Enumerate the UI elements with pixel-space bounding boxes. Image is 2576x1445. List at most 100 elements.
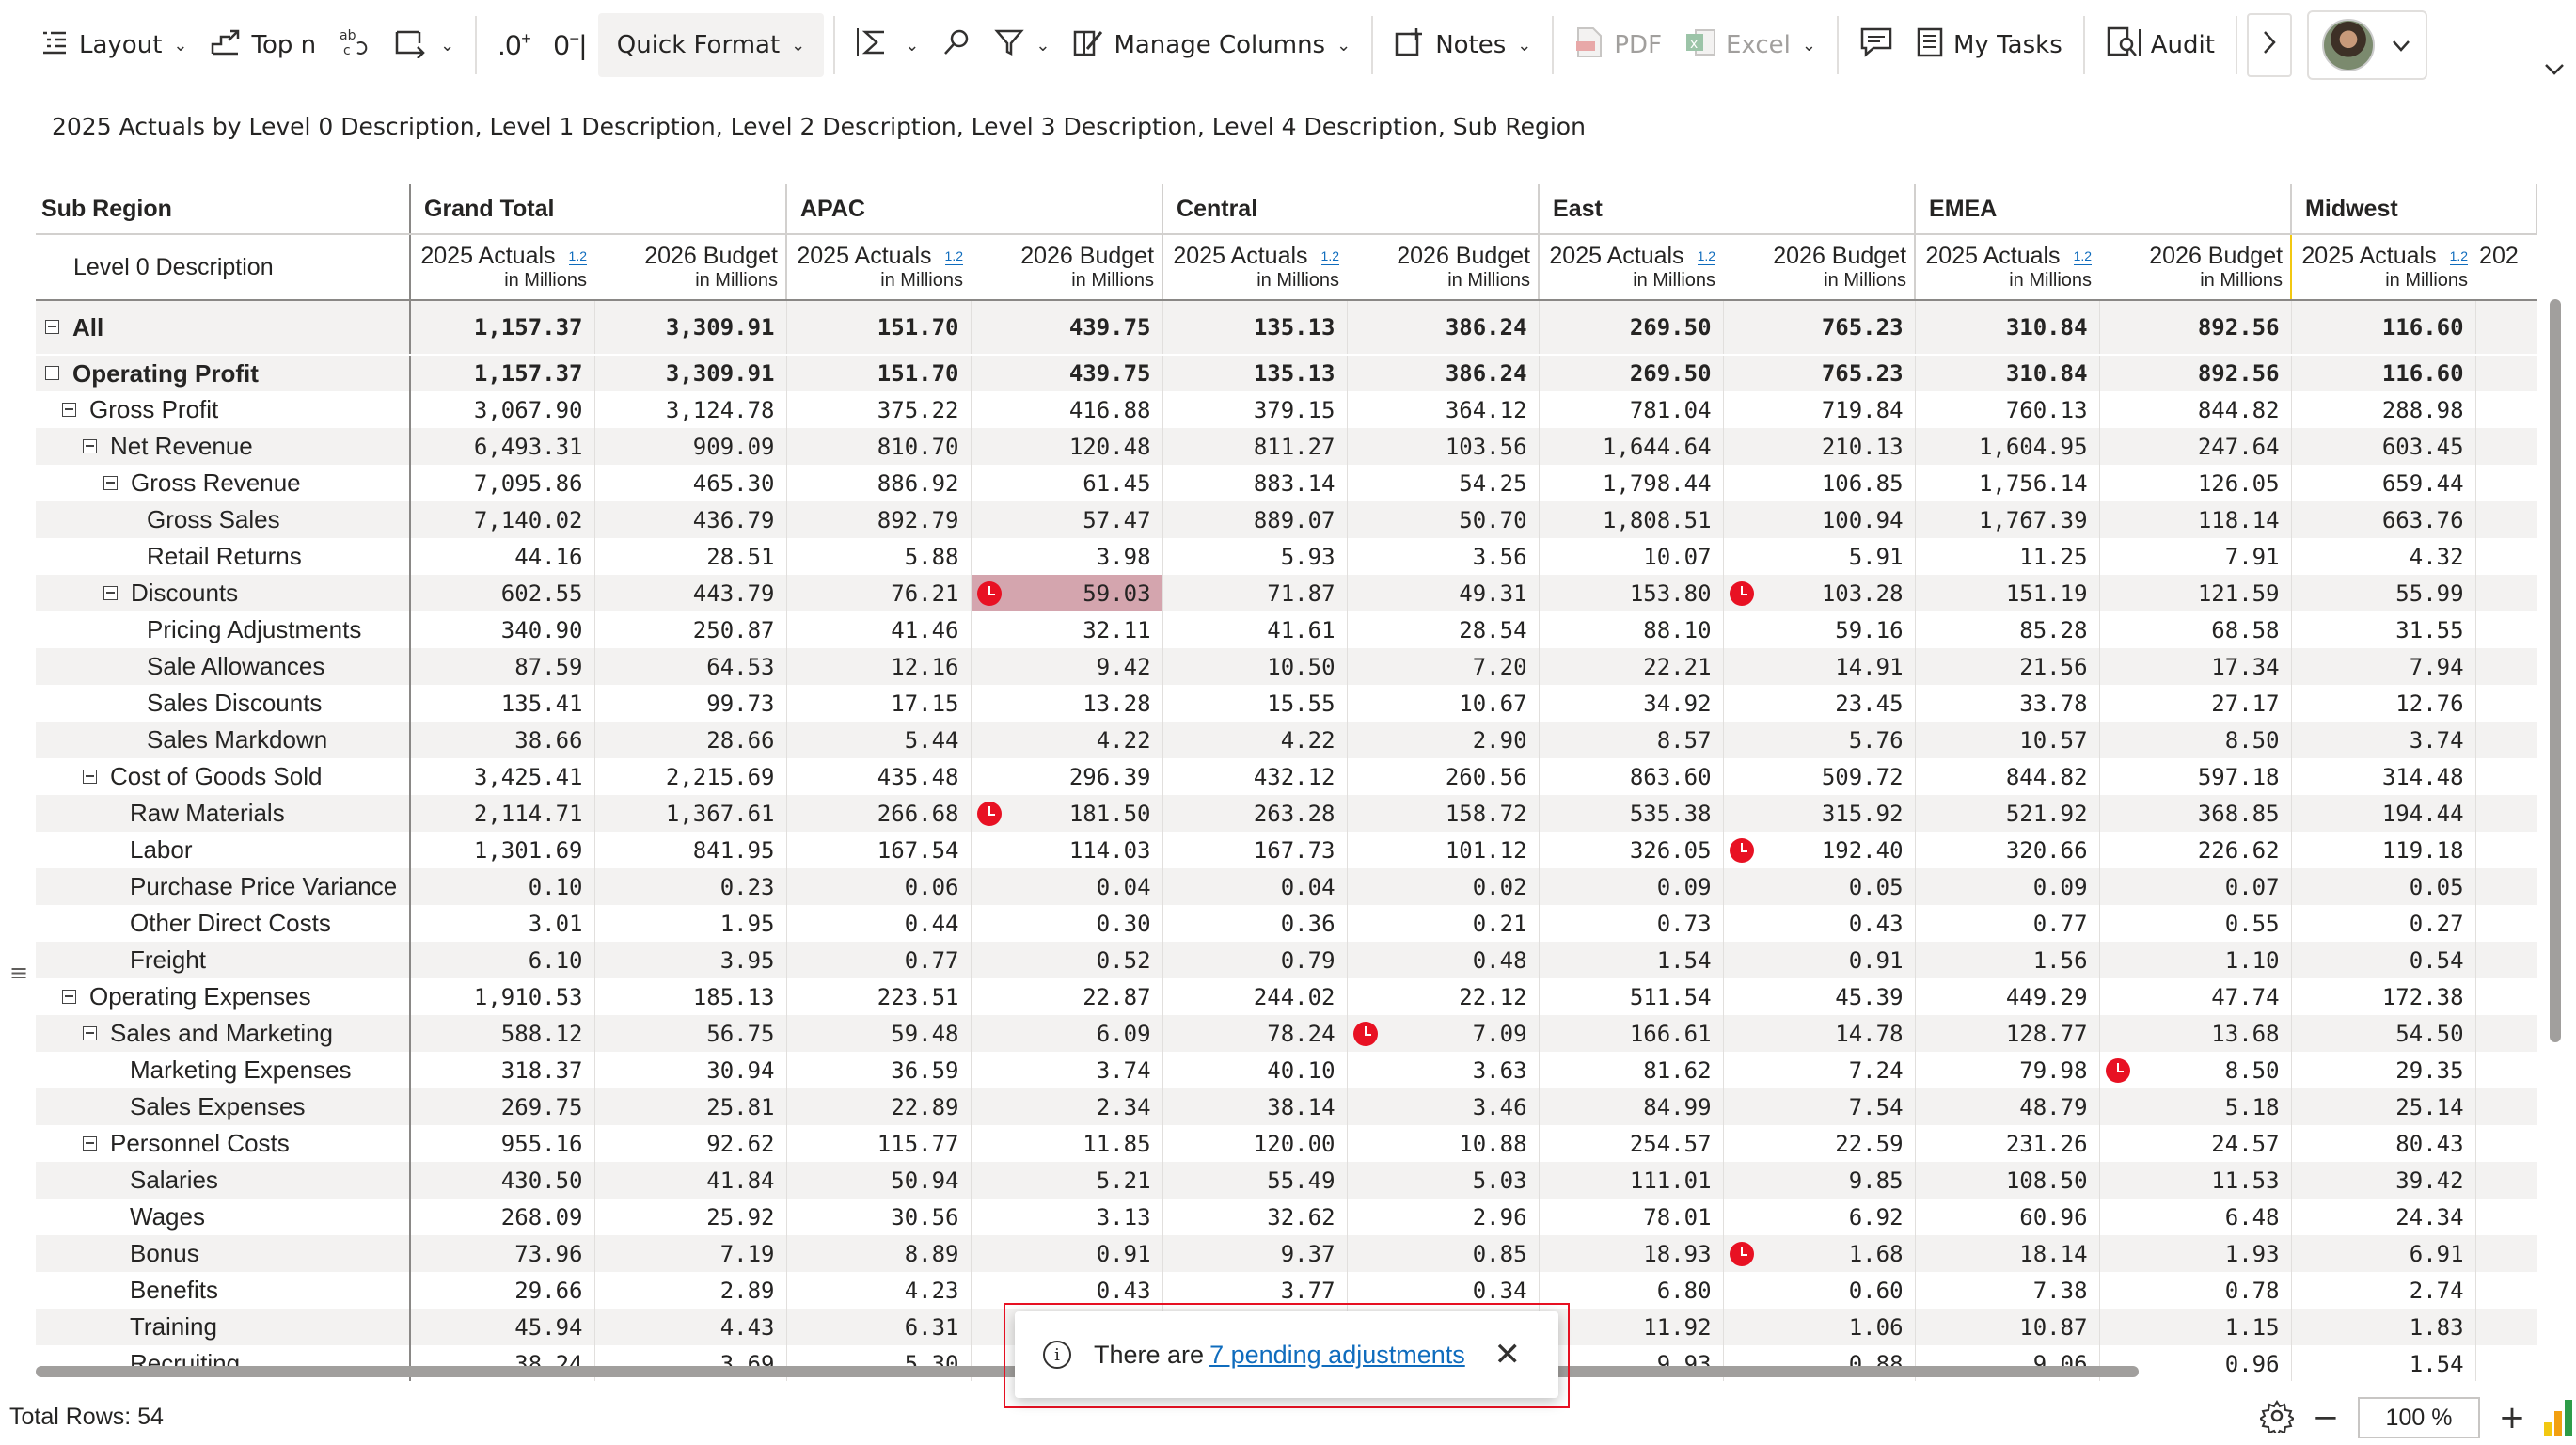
budget-cell[interactable]: 2.89 <box>594 1272 787 1309</box>
budget-cell[interactable]: 597.18 <box>2099 758 2292 795</box>
clock-alert-icon[interactable] <box>2105 1057 2130 1083</box>
actuals-cell[interactable]: 5.93 <box>1162 538 1348 575</box>
actuals-cell[interactable]: 10.57 <box>1915 722 2100 758</box>
actuals-column-header[interactable]: 2025 Actuals 1.2 in Millions <box>2291 234 2476 301</box>
table-row[interactable]: Sale Allowances 87.59 64.53 12.16 9.42 10.50 7… <box>36 648 2537 685</box>
budget-cell[interactable]: 106.85 <box>1723 465 1916 501</box>
increase-decimal-button[interactable]: .0+ <box>486 17 543 73</box>
my-tasks-button[interactable]: My Tasks <box>1904 17 2074 73</box>
budget-cell[interactable]: 0.85 <box>1347 1235 1540 1272</box>
region-header[interactable]: East <box>1539 184 1917 235</box>
actuals-cell[interactable]: 318.37 <box>410 1052 595 1088</box>
actuals-cell[interactable]: 892.79 <box>786 501 972 538</box>
table-row[interactable]: Operating Expenses 1,910.53 185.13 223.51 22… <box>36 978 2537 1015</box>
budget-cell[interactable]: 192.40 <box>1723 832 1916 868</box>
budget-cell[interactable]: 103.28 <box>1723 575 1916 611</box>
actuals-cell[interactable]: 29.66 <box>410 1272 595 1309</box>
budget-cell[interactable]: 4.22 <box>971 722 1163 758</box>
budget-cell[interactable]: 0.43 <box>1723 905 1916 942</box>
toolbar-collapse-button[interactable] <box>2544 58 2565 81</box>
budget-cell[interactable]: 114.03 <box>971 832 1163 868</box>
budget-cell[interactable]: 14.91 <box>1723 648 1916 685</box>
actuals-cell[interactable]: 269.50 <box>1539 300 1724 356</box>
budget-cell[interactable]: 100.94 <box>1723 501 1916 538</box>
actuals-cell[interactable]: 111.01 <box>1539 1162 1724 1199</box>
actuals-cell[interactable]: 3.74 <box>2291 722 2476 758</box>
actuals-cell[interactable]: 7,140.02 <box>410 501 595 538</box>
actuals-cell[interactable]: 1,910.53 <box>410 978 595 1015</box>
budget-cell[interactable]: 14.78 <box>1723 1015 1916 1052</box>
actuals-cell[interactable]: 269.50 <box>1539 355 1724 391</box>
actuals-cell[interactable]: 1,756.14 <box>1915 465 2100 501</box>
budget-cell[interactable]: 7.24 <box>1723 1052 1916 1088</box>
budget-cell[interactable]: 5.91 <box>1723 538 1916 575</box>
actuals-cell[interactable]: 760.13 <box>1915 391 2100 428</box>
budget-cell[interactable]: 54.25 <box>1347 465 1540 501</box>
budget-cell[interactable]: 465.30 <box>594 465 787 501</box>
actuals-cell[interactable]: 0.10 <box>410 868 595 905</box>
actuals-cell[interactable]: 320.66 <box>1915 832 2100 868</box>
budget-cell[interactable]: 41.84 <box>594 1162 787 1199</box>
zoom-out-button[interactable]: − <box>2311 1402 2341 1434</box>
actuals-cell[interactable]: 811.27 <box>1162 428 1348 465</box>
pending-adjustments-link[interactable]: 7 pending adjustments <box>1209 1341 1465 1370</box>
actuals-cell[interactable]: 375.22 <box>786 391 972 428</box>
actuals-cell[interactable]: 889.07 <box>1162 501 1348 538</box>
actuals-cell[interactable]: 167.73 <box>1162 832 1348 868</box>
actuals-cell[interactable]: 44.16 <box>410 538 595 575</box>
budget-column-header[interactable]: 202 <box>2475 234 2537 301</box>
budget-cell[interactable]: 0.52 <box>971 942 1163 978</box>
sub-region-header[interactable]: Sub Region <box>36 184 411 235</box>
actuals-cell[interactable]: 87.59 <box>410 648 595 685</box>
actuals-cell[interactable]: 0.09 <box>1915 868 2100 905</box>
actuals-cell[interactable]: 1,604.95 <box>1915 428 2100 465</box>
settings-gear-button[interactable] <box>2258 1399 2296 1437</box>
budget-cell[interactable]: 56.75 <box>594 1015 787 1052</box>
zoom-level-input[interactable]: 100 % <box>2358 1397 2480 1438</box>
actuals-cell[interactable]: 166.61 <box>1539 1015 1724 1052</box>
actuals-cell[interactable]: 76.21 <box>786 575 972 611</box>
budget-cell[interactable]: 1.68 <box>1723 1235 1916 1272</box>
actuals-cell[interactable]: 151.19 <box>1915 575 2100 611</box>
budget-cell[interactable]: 101.12 <box>1347 832 1540 868</box>
table-row[interactable]: Cost of Goods Sold 3,425.41 2,215.69 435.48… <box>36 758 2537 795</box>
actuals-cell[interactable]: 84.99 <box>1539 1088 1724 1125</box>
actuals-cell[interactable]: 810.70 <box>786 428 972 465</box>
actuals-cell[interactable]: 521.92 <box>1915 795 2100 832</box>
budget-cell[interactable]: 841.95 <box>594 832 787 868</box>
actuals-cell[interactable]: 379.15 <box>1162 391 1348 428</box>
budget-cell[interactable]: 0.91 <box>1723 942 1916 978</box>
budget-cell[interactable]: 1.10 <box>2099 942 2292 978</box>
budget-cell[interactable]: 439.75 <box>971 355 1163 391</box>
actuals-cell[interactable]: 172.38 <box>2291 978 2476 1015</box>
actuals-cell[interactable]: 0.06 <box>786 868 972 905</box>
budget-cell[interactable]: 0.07 <box>2099 868 2292 905</box>
budget-cell[interactable]: 443.79 <box>594 575 787 611</box>
budget-cell[interactable]: 11.85 <box>971 1125 1163 1162</box>
actuals-cell[interactable]: 340.90 <box>410 611 595 648</box>
table-row[interactable]: Gross Revenue 7,095.86 465.30 886.92 61.45 88… <box>36 465 2537 501</box>
budget-column-header[interactable]: 2026 Budget in Millions <box>971 234 1164 301</box>
actuals-cell[interactable]: 1,798.44 <box>1539 465 1724 501</box>
actuals-cell[interactable]: 844.82 <box>1915 758 2100 795</box>
actuals-cell[interactable]: 12.76 <box>2291 685 2476 722</box>
actuals-cell[interactable]: 3.01 <box>410 905 595 942</box>
actuals-cell[interactable]: 128.77 <box>1915 1015 2100 1052</box>
actuals-cell[interactable]: 7,095.86 <box>410 465 595 501</box>
actuals-cell[interactable]: 0.44 <box>786 905 972 942</box>
budget-cell[interactable]: 6.92 <box>1723 1199 1916 1235</box>
actuals-cell[interactable]: 0.04 <box>1162 868 1348 905</box>
budget-cell[interactable]: 765.23 <box>1723 300 1916 356</box>
collapse-icon[interactable] <box>62 402 76 417</box>
table-row[interactable]: Raw Materials 2,114.71 1,367.61 266.68 181.5… <box>36 795 2537 832</box>
budget-cell[interactable]: 0.78 <box>2099 1272 2292 1309</box>
actuals-cell[interactable]: 231.26 <box>1915 1125 2100 1162</box>
budget-cell[interactable]: 892.56 <box>2099 300 2292 356</box>
budget-cell[interactable]: 118.14 <box>2099 501 2292 538</box>
actuals-cell[interactable]: 10.50 <box>1162 648 1348 685</box>
quick-format-dropdown[interactable]: Quick Format ⌄ <box>597 13 825 77</box>
budget-cell[interactable]: 22.87 <box>971 978 1163 1015</box>
actuals-cell[interactable]: 269.75 <box>410 1088 595 1125</box>
table-row[interactable]: Sales and Marketing 588.12 56.75 59.48 6.09 7… <box>36 1015 2537 1052</box>
actuals-cell[interactable]: 55.99 <box>2291 575 2476 611</box>
